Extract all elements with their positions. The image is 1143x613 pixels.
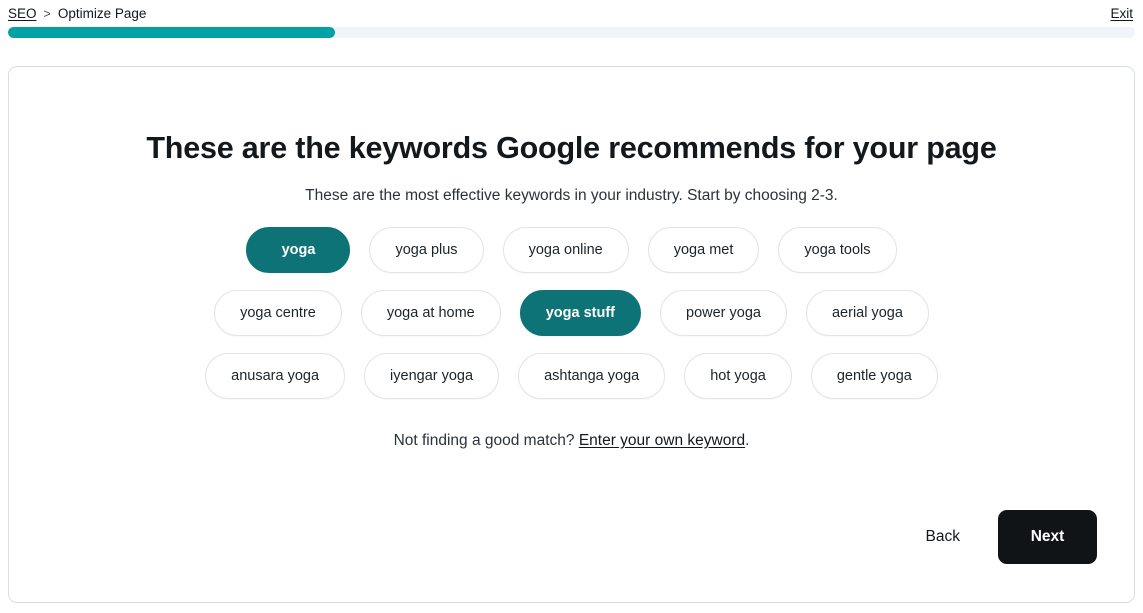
progress-bar-track bbox=[8, 27, 1135, 38]
own-keyword-period: . bbox=[745, 432, 750, 449]
breadcrumb-separator: > bbox=[43, 6, 51, 21]
exit-link[interactable]: Exit bbox=[1110, 6, 1133, 21]
keyword-chip-row: anusara yoga iyengar yoga ashtanga yoga hot… bbox=[9, 353, 1134, 399]
progress-bar-fill bbox=[8, 27, 335, 38]
keyword-chip[interactable]: yoga plus bbox=[369, 227, 484, 273]
keyword-chip[interactable]: power yoga bbox=[660, 290, 787, 336]
keyword-chip-row: yoga yoga plus yoga online yoga met yoga too… bbox=[9, 227, 1134, 273]
breadcrumb: SEO > Optimize Page bbox=[8, 6, 146, 21]
keyword-chip-selected[interactable]: yoga bbox=[246, 227, 351, 273]
keyword-chip-selected[interactable]: yoga stuff bbox=[519, 290, 642, 336]
keyword-chip[interactable]: gentle yoga bbox=[810, 353, 938, 399]
breadcrumb-bar: SEO > Optimize Page Exit bbox=[0, 0, 1143, 26]
keyword-chip[interactable]: anusara yoga bbox=[205, 353, 346, 399]
keyword-chip-row: yoga centre yoga at home yoga stuff power y… bbox=[9, 290, 1134, 336]
enter-own-keyword-link[interactable]: Enter your own keyword bbox=[579, 432, 745, 449]
keyword-chip-grid: yoga yoga plus yoga online yoga met yoga too… bbox=[9, 227, 1134, 416]
keyword-chip[interactable]: yoga met bbox=[647, 227, 760, 273]
keyword-chip[interactable]: aerial yoga bbox=[805, 290, 929, 336]
keyword-chip[interactable]: ashtanga yoga bbox=[518, 353, 666, 399]
breadcrumb-current: Optimize Page bbox=[57, 5, 147, 21]
back-button[interactable]: Back bbox=[924, 522, 962, 552]
footer-actions: Back Next bbox=[924, 510, 1097, 564]
page-subtitle: These are the most effective keywords in… bbox=[305, 187, 838, 204]
breadcrumb-root-link[interactable]: SEO bbox=[8, 6, 37, 21]
keyword-chip[interactable]: hot yoga bbox=[684, 353, 792, 399]
wizard-card: These are the keywords Google recommends… bbox=[8, 66, 1135, 603]
keyword-chip[interactable]: yoga at home bbox=[360, 290, 501, 336]
keyword-chip[interactable]: yoga centre bbox=[214, 290, 342, 336]
keyword-chip[interactable]: yoga online bbox=[502, 227, 629, 273]
own-keyword-question: Not finding a good match? bbox=[393, 432, 575, 449]
next-button[interactable]: Next bbox=[998, 510, 1097, 564]
own-keyword-prompt: Not finding a good match? Enter your own… bbox=[9, 432, 1134, 450]
keyword-chip[interactable]: yoga tools bbox=[778, 227, 897, 273]
keyword-chip[interactable]: iyengar yoga bbox=[364, 353, 500, 399]
page-title: These are the keywords Google recommends… bbox=[146, 131, 997, 165]
